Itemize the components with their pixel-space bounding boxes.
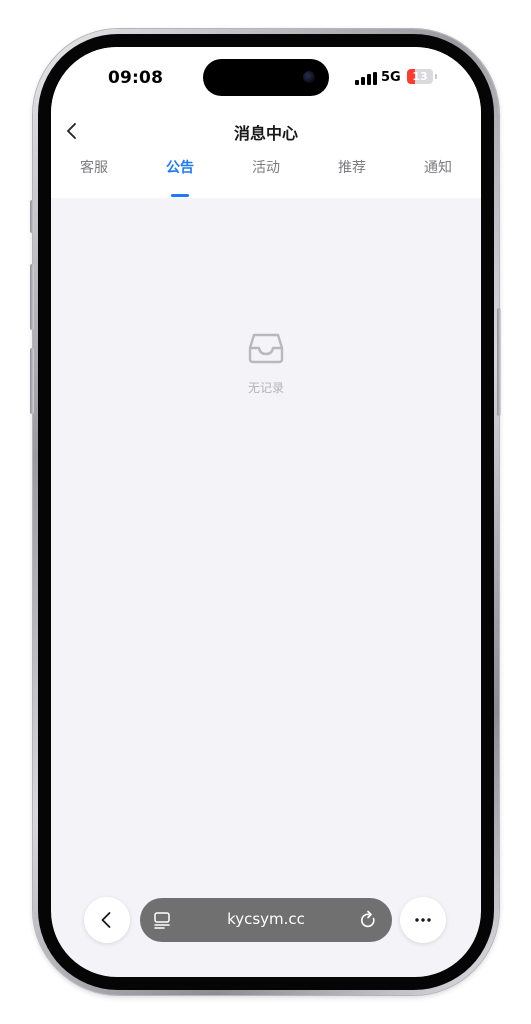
empty-state-text: 无记录 (247, 381, 284, 395)
volume-down-button (30, 348, 34, 414)
camera-icon (303, 71, 315, 83)
action-button (30, 200, 34, 233)
tab-label: 客服 (80, 160, 108, 176)
tab-activities[interactable]: 活动 (223, 155, 309, 198)
tab-label: 活动 (252, 160, 280, 176)
power-button (497, 308, 501, 416)
signal-icon (355, 72, 377, 85)
tab-notifications[interactable]: 通知 (395, 155, 481, 198)
battery-icon: 13 (407, 69, 433, 84)
dynamic-island (203, 59, 329, 96)
page-header: 消息中心 (51, 107, 481, 155)
empty-state: 无记录 (51, 331, 481, 396)
browser-back-button[interactable] (84, 897, 130, 943)
address-bar[interactable]: kycsym.cc (140, 898, 392, 942)
status-time: 09:08 (108, 68, 164, 88)
home-indicator (199, 961, 333, 966)
tab-label: 公告 (166, 160, 194, 176)
status-bar: 09:08 5G 13 (51, 47, 481, 107)
inbox-icon (248, 333, 284, 364)
battery-level: 13 (412, 70, 428, 83)
tab-announcements[interactable]: 公告 (137, 155, 223, 198)
screen: 09:08 5G 13 消息中心 客服 公告 活动 推荐 通知 无记录 kycs… (51, 47, 481, 977)
tab-recommendations[interactable]: 推荐 (309, 155, 395, 198)
url-text: kycsym.cc (227, 910, 305, 928)
tab-customer-service[interactable]: 客服 (51, 155, 137, 198)
page-title: 消息中心 (233, 124, 298, 143)
tab-label: 推荐 (338, 160, 366, 176)
chevron-left-icon (101, 912, 111, 928)
ellipsis-icon (415, 918, 431, 922)
reload-icon[interactable] (360, 910, 378, 930)
browser-toolbar: kycsym.cc (51, 895, 481, 945)
volume-up-button (30, 264, 34, 330)
tab-label: 通知 (424, 160, 452, 176)
network-type: 5G (381, 70, 401, 85)
more-button[interactable] (400, 897, 446, 943)
active-tab-indicator (171, 194, 189, 197)
tab-bar: 客服 公告 活动 推荐 通知 (51, 155, 481, 198)
battery-tip (435, 74, 437, 79)
